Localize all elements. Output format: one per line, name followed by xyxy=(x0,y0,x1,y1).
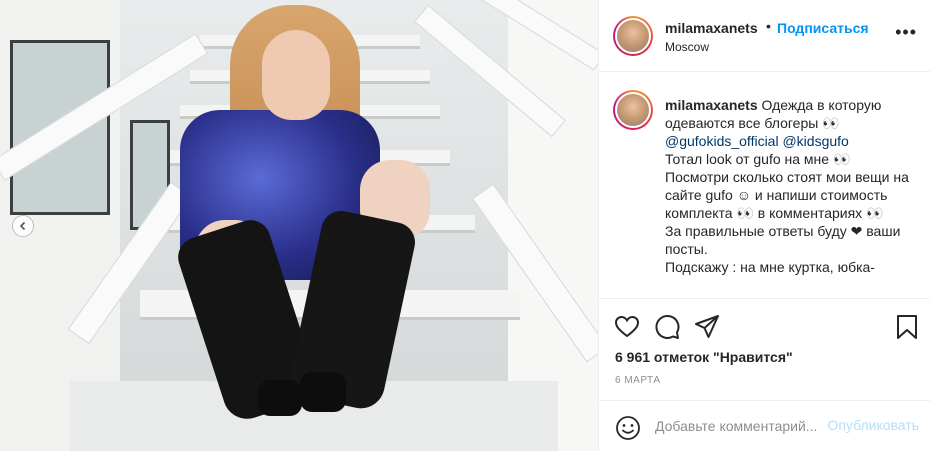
follow-button[interactable]: Подписаться xyxy=(777,20,869,36)
share-icon[interactable] xyxy=(693,313,721,341)
post-photo[interactable] xyxy=(0,0,598,451)
caption-emoji: 👀 xyxy=(822,115,840,131)
caption-tag[interactable]: @gufokids_official xyxy=(665,133,779,149)
caption-heart: ❤ xyxy=(850,223,863,239)
caption-text: Тотал look от gufo на мне xyxy=(665,151,833,167)
caption-area: milamaxanets Одежда в которую одеваются … xyxy=(599,72,930,298)
caption-text: Подскажу : на мне куртка, юбка- xyxy=(665,259,875,275)
caption-emoji: 👀 xyxy=(832,151,851,167)
caption-emoji: ☺ xyxy=(736,187,751,203)
post-date[interactable]: 6 МАРТА xyxy=(615,375,661,386)
author-username[interactable]: milamaxanets xyxy=(665,20,758,36)
heart-icon[interactable] xyxy=(613,313,641,341)
caption-text: За правильные ответы буду xyxy=(665,223,851,239)
bookmark-icon[interactable] xyxy=(893,313,921,341)
post-location[interactable]: Moscow xyxy=(665,40,709,54)
comment-bar: Опубликовать xyxy=(599,400,930,451)
caption-emoji: 👀 xyxy=(866,205,884,221)
post-header: milamaxanets • Подписаться Moscow ••• xyxy=(599,0,930,72)
publish-comment-button[interactable]: Опубликовать xyxy=(827,417,919,433)
person-face xyxy=(262,30,330,120)
post-panel: milamaxanets • Подписаться Moscow ••• mi… xyxy=(598,0,930,451)
caption-emoji: 👀 xyxy=(736,205,754,221)
more-options-button[interactable]: ••• xyxy=(895,22,917,43)
caption-author[interactable]: milamaxanets xyxy=(665,97,758,113)
carousel-prev-button[interactable] xyxy=(12,215,34,237)
caption-tag[interactable]: @kidsgufo xyxy=(782,133,848,149)
chevron-left-icon xyxy=(19,221,26,231)
person-shoe xyxy=(258,380,302,416)
emoji-icon[interactable] xyxy=(615,415,641,441)
separator-dot: • xyxy=(766,18,771,34)
avatar[interactable] xyxy=(613,90,653,130)
comment-icon[interactable] xyxy=(653,313,681,341)
post-caption: milamaxanets Одежда в которую одеваются … xyxy=(665,96,925,276)
avatar[interactable] xyxy=(613,16,653,56)
caption-text: в комментариях xyxy=(753,205,867,221)
person-shoe xyxy=(300,372,346,412)
likes-count[interactable]: 6 961 отметок "Нравится" xyxy=(615,349,793,365)
